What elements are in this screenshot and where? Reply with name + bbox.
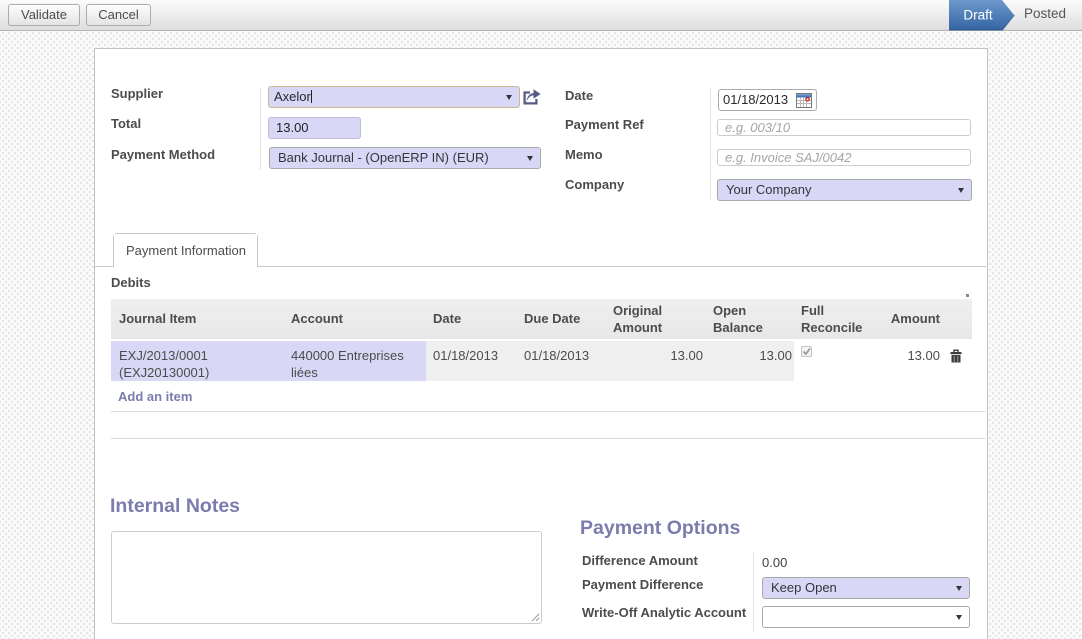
svg-text:Draft: Draft [963, 8, 993, 23]
